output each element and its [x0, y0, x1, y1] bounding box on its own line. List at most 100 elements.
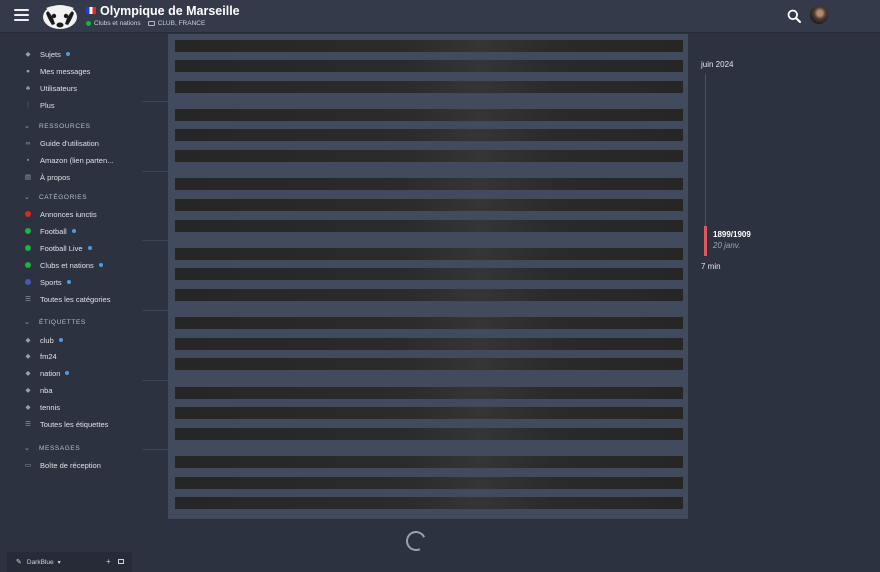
divider [142, 101, 168, 102]
plus-icon[interactable]: + [106, 557, 111, 566]
timeline-post-position: 1899/1909 [713, 230, 751, 239]
sidebar-item-clubs-nations[interactable]: Clubs et nations [24, 258, 103, 272]
skeleton-line [175, 289, 683, 301]
divider [142, 380, 168, 381]
skeleton-line [175, 358, 683, 370]
sidebar-item-tag-nation[interactable]: ◆ nation [24, 366, 70, 380]
chevron-down-icon: ⌄ [24, 319, 31, 326]
skeleton-line [175, 60, 683, 72]
skeleton-line [175, 497, 683, 509]
category-color-dot [25, 211, 31, 217]
skeleton-line [175, 199, 683, 211]
skeleton-line [175, 456, 683, 468]
link-icon: ∞ [25, 139, 31, 147]
sidebar-item-tag-club[interactable]: ◆ club [24, 333, 63, 347]
sidebar-item-all-tags[interactable]: ☰ Toutes les étiquettes [24, 417, 108, 431]
badger-logo[interactable] [40, 2, 80, 31]
sidebar-item-a-propos[interactable]: ▤ À propos [24, 170, 70, 184]
topic-meta: Clubs et nations CLUB, FRANCE [86, 20, 240, 27]
divider [142, 240, 168, 241]
sidebar-item-plus[interactable]: ⋮ Plus [24, 98, 55, 112]
skeleton-line [175, 178, 683, 190]
hamburger-menu-icon[interactable] [14, 9, 29, 23]
skeleton-line [175, 428, 683, 440]
skeleton-line [175, 268, 683, 280]
paintbrush-icon: ✎ [16, 559, 22, 566]
list-icon: ☰ [25, 296, 31, 303]
chevron-down-icon: ⌄ [24, 123, 31, 130]
skeleton-line [175, 387, 683, 399]
topic-tags[interactable]: CLUB, FRANCE [158, 20, 206, 27]
skeleton-line [175, 109, 683, 121]
new-indicator [98, 263, 103, 267]
new-indicator [71, 229, 76, 233]
skeleton-line [175, 40, 683, 52]
inbox-icon: ▭ [24, 462, 32, 469]
sidebar-item-amazon[interactable]: ▪ Amazon (lien parten... [24, 153, 114, 167]
section-toggle-categories[interactable]: ⌄ CATÉGORIES [24, 191, 87, 203]
layers-icon: ◆ [25, 51, 31, 58]
new-indicator [65, 52, 70, 56]
new-indicator [66, 280, 71, 284]
category-link[interactable]: Clubs et nations [94, 20, 141, 27]
topic-posts-skeleton [168, 34, 688, 519]
sidebar-item-all-categories[interactable]: ☰ Toutes les catégories [24, 292, 110, 306]
skeleton-line [175, 477, 683, 489]
skeleton-line [175, 220, 683, 232]
category-color-dot [25, 279, 31, 285]
caret-down-icon: ▾ [57, 559, 61, 566]
chevron-down-icon: ⌄ [24, 445, 31, 452]
timeline-start-date[interactable]: juin 2024 [701, 60, 733, 69]
divider [142, 171, 168, 172]
tag-icon: ◆ [25, 370, 31, 377]
tag-icon: ◆ [25, 337, 31, 344]
list-icon: ☰ [25, 421, 31, 428]
theme-selector[interactable]: ✎ DarkBlue ▾ + [7, 552, 132, 572]
chat-icon: ● [26, 67, 30, 75]
category-color-dot [25, 245, 31, 251]
sidebar-item-utilisateurs[interactable]: ♣ Utilisateurs [24, 81, 77, 95]
timeline-post-date: 20 janv. [713, 241, 741, 250]
search-icon[interactable] [787, 9, 801, 23]
sidebar-item-annonces[interactable]: Annonces iunctis [24, 207, 97, 221]
divider [142, 449, 168, 450]
tag-folder-icon [147, 21, 155, 26]
sidebar-item-tag-fm24[interactable]: ◆ fm24 [24, 349, 57, 363]
users-icon: ♣ [25, 84, 31, 92]
skeleton-line [175, 81, 683, 93]
sidebar-item-sujets[interactable]: ◆ Sujets [24, 47, 70, 61]
section-toggle-ressources[interactable]: ⌄ RESSOURCES [24, 120, 91, 132]
user-avatar[interactable] [810, 6, 828, 24]
sidebar-item-sports[interactable]: Sports [24, 275, 71, 289]
sidebar-item-tag-tennis[interactable]: ◆ tennis [24, 400, 61, 414]
section-toggle-messages[interactable]: ⌄ MESSAGES [24, 442, 80, 454]
skeleton-line [175, 150, 683, 162]
chevron-down-icon: ⌄ [24, 194, 31, 201]
section-toggle-etiquettes[interactable]: ⌄ ÉTIQUETTES [24, 316, 86, 328]
gift-icon: ▪ [26, 156, 30, 164]
loading-spinner [403, 528, 429, 554]
sidebar-item-inbox[interactable]: ▭ Boîte de réception [24, 458, 101, 472]
timeline-end-date[interactable]: 7 min [701, 262, 721, 271]
skeleton-line [175, 248, 683, 260]
sidebar-item-mes-messages[interactable]: ● Mes messages [24, 64, 90, 78]
tag-icon: ◆ [25, 353, 31, 360]
sidebar-item-football[interactable]: Football [24, 224, 76, 238]
tag-icon: ◆ [25, 387, 31, 394]
divider [142, 310, 168, 311]
theme-name: DarkBlue [26, 558, 54, 566]
sidebar-item-football-live[interactable]: Football Live [24, 241, 92, 255]
more-icon: ⋮ [24, 102, 32, 109]
topic-title[interactable]: Olympique de Marseille [86, 4, 240, 18]
topic-title-block: Olympique de Marseille Clubs et nations … [86, 4, 240, 27]
sidebar-item-guide[interactable]: ∞ Guide d'utilisation [24, 136, 99, 150]
timeline-scroll-handle[interactable] [704, 226, 707, 256]
skeleton-line [175, 338, 683, 350]
keyboard-icon[interactable] [118, 559, 124, 564]
tag-icon: ◆ [25, 404, 31, 411]
skeleton-line [175, 129, 683, 141]
skeleton-line [175, 317, 683, 329]
category-color-dot [25, 262, 31, 268]
sidebar-item-tag-nba[interactable]: ◆ nba [24, 383, 53, 397]
skeleton-line [175, 407, 683, 419]
